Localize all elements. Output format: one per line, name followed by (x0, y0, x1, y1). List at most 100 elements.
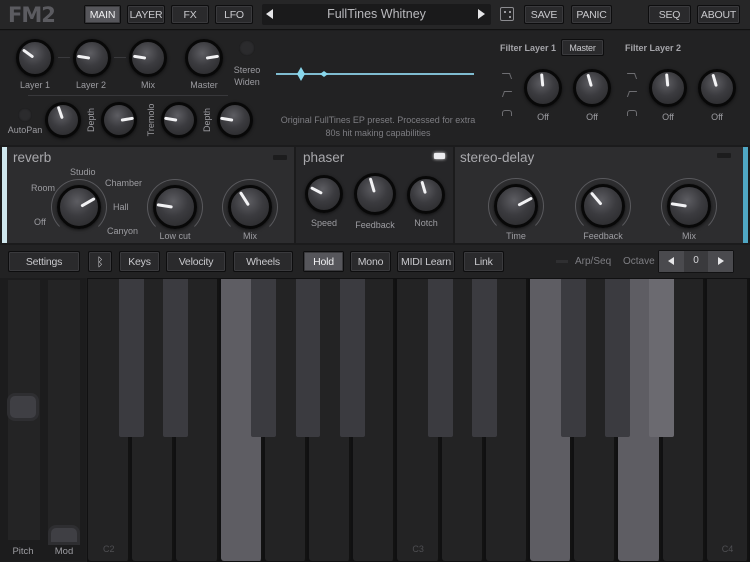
filter-layer2-reso-knob[interactable] (698, 69, 736, 107)
wheels-button[interactable]: Wheels (233, 251, 293, 272)
delay-time-knob[interactable] (494, 184, 538, 228)
low-cut-knob[interactable] (153, 185, 197, 229)
triangle-left-icon[interactable] (266, 9, 273, 19)
phaser-feedback-knob[interactable] (354, 173, 396, 215)
settings-button[interactable]: Settings (8, 251, 80, 272)
phaser-panel: phaser Speed Feedback Notch (296, 147, 453, 243)
stereo-delay-enable-toggle[interactable] (717, 153, 731, 158)
mod-wheel[interactable] (48, 280, 80, 542)
delay-time-label: Time (506, 231, 526, 241)
connector-line (114, 57, 126, 58)
bandpass-icon[interactable] (627, 110, 637, 116)
mod-label: Mod (54, 546, 74, 557)
highpass-icon[interactable] (626, 91, 638, 97)
reverb-type-hall[interactable]: Hall (113, 202, 129, 212)
tremolo-knob[interactable] (161, 102, 197, 138)
octave-up-button[interactable] (708, 251, 733, 272)
black-key[interactable] (649, 279, 674, 437)
black-key[interactable] (560, 279, 586, 437)
reverb-enable-toggle[interactable] (273, 155, 287, 160)
highpass-icon[interactable] (501, 91, 513, 97)
black-key[interactable] (118, 279, 144, 437)
arpseq-label[interactable]: Arp/Seq (575, 256, 611, 267)
keyboard-toolbar: Settings ᛒ Keys Velocity Wheels Hold Mon… (0, 245, 750, 278)
phaser-feedback-label: Feedback (355, 220, 395, 230)
filter-layer2-cutoff-label: Off (662, 112, 674, 122)
bandpass-icon[interactable] (502, 110, 512, 116)
filter-layer1-reso-knob[interactable] (573, 69, 611, 107)
triangle-right-icon[interactable] (478, 9, 485, 19)
phaser-speed-knob[interactable] (305, 175, 343, 213)
bluetooth-button[interactable]: ᛒ (88, 251, 112, 272)
stereo-delay-accent (743, 147, 748, 243)
master-knob[interactable] (185, 39, 223, 77)
octave-down-button[interactable] (659, 251, 684, 272)
pitch-wheel[interactable] (8, 280, 40, 540)
phaser-notch-knob[interactable] (407, 176, 445, 214)
black-key[interactable] (163, 279, 188, 437)
filter-layer2-cutoff-knob[interactable] (649, 69, 687, 107)
reverb-mix-knob[interactable] (228, 185, 272, 229)
black-key[interactable] (339, 279, 365, 437)
arpseq-led[interactable] (556, 260, 568, 263)
save-button[interactable]: SAVE (524, 5, 564, 24)
autopan-toggle[interactable] (18, 108, 32, 122)
filter-layer1-cutoff-label: Off (537, 112, 549, 122)
delay-mix-knob[interactable] (667, 184, 711, 228)
filter-layer1-cutoff-knob[interactable] (524, 69, 562, 107)
reverb-type-room[interactable]: Room (31, 183, 55, 193)
delay-feedback-knob[interactable] (581, 184, 625, 228)
tremolo-depth-knob[interactable] (217, 102, 253, 138)
waveform-display (276, 73, 474, 75)
octave-value: 0 (693, 255, 699, 266)
phaser-title: phaser (303, 150, 345, 165)
reverb-type-chamber[interactable]: Chamber (105, 178, 142, 188)
white-key[interactable] (706, 279, 749, 561)
reverb-type-studio[interactable]: Studio (70, 167, 96, 177)
octave-stepper: 0 (658, 250, 734, 273)
pitch-wheel-handle[interactable] (10, 396, 36, 418)
triangle-left-icon (668, 257, 674, 265)
about-button[interactable]: ABOUT (697, 5, 740, 24)
tab-lfo[interactable]: LFO (215, 5, 253, 24)
preset-name: FullTines Whitney (327, 7, 426, 21)
panic-button[interactable]: PANIC (571, 5, 612, 24)
seq-button[interactable]: SEQ (648, 5, 691, 24)
autopan-depth-knob[interactable] (101, 102, 137, 138)
stereo-widen-label-2: Widen (234, 77, 260, 87)
filter-master-button[interactable]: Master (561, 39, 604, 56)
pitch-label: Pitch (12, 546, 34, 557)
autopan-rate-knob[interactable] (45, 102, 81, 138)
reverb-type-knob[interactable] (57, 185, 101, 229)
phaser-enable-toggle[interactable] (434, 153, 445, 159)
layer1-knob[interactable] (16, 39, 54, 77)
black-key[interactable] (295, 279, 321, 437)
velocity-button[interactable]: Velocity (166, 251, 226, 272)
black-key[interactable] (605, 279, 630, 437)
tab-layer[interactable]: LAYER (127, 5, 165, 24)
reverb-type-off[interactable]: Off (34, 217, 46, 227)
lowpass-icon[interactable] (626, 73, 638, 79)
dice-icon[interactable] (500, 7, 514, 21)
black-key[interactable] (428, 279, 453, 437)
reverb-type-canyon[interactable]: Canyon (107, 226, 138, 236)
mod-wheel-handle[interactable] (51, 528, 77, 542)
black-key[interactable] (472, 279, 498, 437)
mix-knob[interactable] (129, 39, 167, 77)
keys-button[interactable]: Keys (119, 251, 160, 272)
hold-button[interactable]: Hold (303, 251, 344, 272)
midi-learn-button[interactable]: MIDI Learn (397, 251, 455, 272)
lowpass-icon[interactable] (501, 73, 513, 79)
tab-main[interactable]: MAIN (84, 5, 121, 24)
app-logo: FM2 (8, 3, 56, 27)
black-key[interactable] (251, 279, 277, 437)
main-section: Layer 1 Layer 2 Mix Master Stereo Widen … (0, 31, 750, 145)
stereo-widen-toggle[interactable] (239, 40, 255, 56)
tab-fx[interactable]: FX (171, 5, 209, 24)
mix-label: Mix (141, 80, 155, 90)
preset-selector[interactable]: FullTines Whitney (262, 4, 491, 25)
layer1-label: Layer 1 (19, 80, 51, 90)
layer2-knob[interactable] (73, 39, 111, 77)
link-button[interactable]: Link (463, 251, 504, 272)
mono-button[interactable]: Mono (350, 251, 391, 272)
